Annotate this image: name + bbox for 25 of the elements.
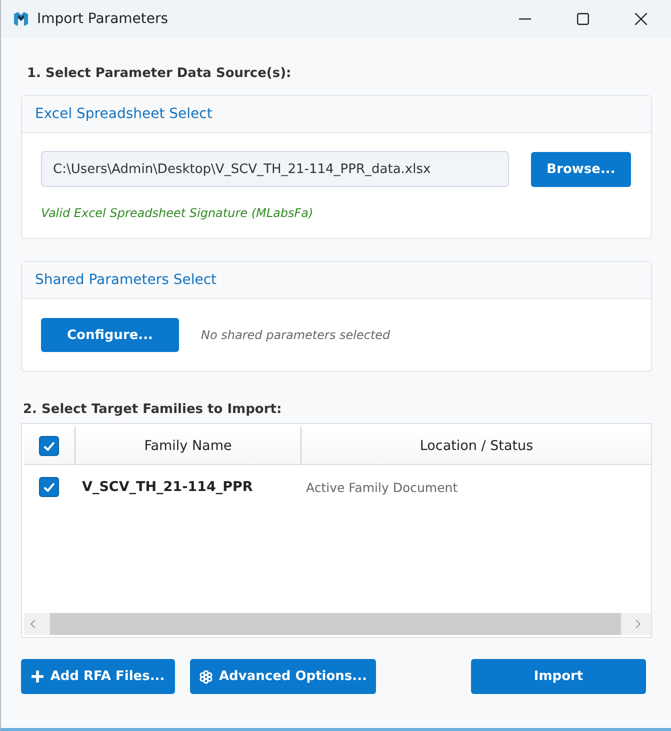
table-cell: V_SCV_TH_21-114_PPR (82, 479, 253, 495)
table-cell-text: Active Family Document (305, 480, 458, 494)
path-field[interactable]: C:\Users\Admin\Desktop\V_SCV_TH_21-114_PPR_data.xlsx (41, 151, 509, 187)
app-logo-icon (13, 11, 29, 27)
section-heading: 1. Select Parameter Data Source(s): (27, 66, 292, 81)
close-icon[interactable] (635, 13, 647, 25)
flower-icon (199, 670, 213, 684)
card-title: Excel Spreadsheet Select (35, 106, 212, 122)
advanced-options-button[interactable]: Advanced Options... (190, 659, 376, 694)
select-all-checkbox[interactable] (39, 436, 59, 456)
row-checkbox[interactable] (39, 477, 59, 497)
import-button[interactable]: Import (471, 659, 646, 694)
section-heading: 2. Select Target Families to Import: (23, 402, 283, 417)
browse-button[interactable]: Browse... (531, 152, 631, 186)
window-title: Import Parameters (37, 11, 168, 27)
configure-button[interactable]: Configure... (41, 318, 179, 352)
status-text: No shared parameters selected (201, 328, 390, 342)
status-text: Valid Excel Spreadsheet Signature (MLabsFa) (41, 206, 314, 220)
checkmark-icon (42, 480, 56, 494)
add-files-button[interactable]: Add RFA Files... (21, 659, 175, 694)
maximize-icon[interactable] (577, 13, 589, 25)
column-header[interactable]: Location / Status (302, 427, 651, 464)
plus-icon (31, 670, 44, 683)
column-header[interactable]: Family Name (76, 427, 302, 464)
card-title: Shared Parameters Select (35, 272, 217, 288)
